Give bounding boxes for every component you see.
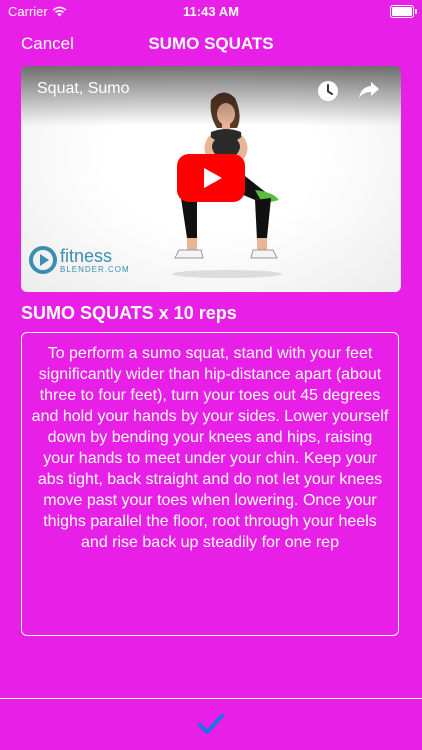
status-bar: Carrier 11:43 AM (0, 0, 422, 22)
exercise-heading: SUMO SQUATS x 10 reps (21, 303, 237, 323)
video-title: Squat, Sumo (37, 80, 130, 97)
video-player[interactable]: Squat, Sumo fitness BLENDER.COM (21, 66, 401, 292)
brand-subtitle: BLENDER.COM (60, 264, 130, 274)
share-icon[interactable] (358, 80, 380, 100)
done-button[interactable] (196, 711, 226, 737)
brand-name: fitness (60, 245, 113, 266)
watch-later-icon[interactable] (317, 80, 339, 102)
brand-logo: fitness BLENDER.COM (29, 246, 130, 274)
navigation-bar: Cancel SUMO SQUATS (0, 22, 422, 66)
exercise-description: To perform a sumo squat, stand with your… (21, 332, 399, 636)
bottom-toolbar (0, 698, 422, 750)
page-title: SUMO SQUATS (148, 34, 274, 53)
play-icon[interactable] (177, 154, 245, 202)
status-time: 11:43 AM (183, 4, 239, 19)
battery-icon (390, 5, 417, 18)
brand-logo-icon (29, 246, 57, 274)
checkmark-icon (198, 714, 224, 734)
